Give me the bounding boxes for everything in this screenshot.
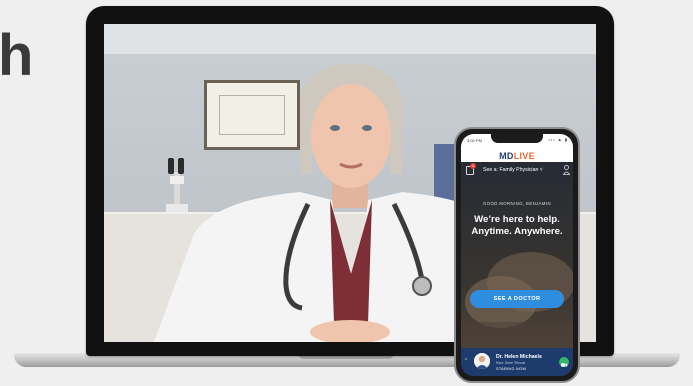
headline-fragment: h — [0, 23, 33, 88]
chevron-up-icon[interactable]: ^ — [465, 358, 467, 364]
family-photo — [461, 252, 573, 376]
user-icon[interactable] — [563, 165, 570, 175]
hero-title-line1: We’re here to help. — [474, 214, 560, 225]
app-header: MDLIVE — [461, 146, 573, 162]
greeting: GOOD MORNING, BENJAMIN — [482, 201, 551, 206]
hero-background — [461, 162, 573, 376]
phone-screen: 3:02 PM ••• ▲ ▮ MDLIVE 1 See a: Family P… — [461, 134, 573, 376]
logo-md: MD — [499, 151, 514, 161]
phone: 3:02 PM ••• ▲ ▮ MDLIVE 1 See a: Family P… — [454, 127, 580, 383]
hero-title-line2: Anytime. Anywhere. — [471, 226, 563, 237]
visit-reason: Rsn: Sore Throat — [496, 361, 525, 365]
visit-type-selector[interactable]: See a: Family Physician ˅ — [483, 167, 543, 173]
status-time: 3:02 PM — [467, 138, 482, 143]
mdlive-logo: MDLIVE — [499, 151, 535, 161]
visit-status: STARING NOW — [496, 367, 527, 371]
phone-notch — [491, 134, 543, 143]
video-call-icon[interactable] — [559, 357, 569, 367]
signal-battery-icon: ••• ▲ ▮ — [548, 137, 568, 142]
doctor-name: Dr. Helen Michaels — [496, 354, 542, 360]
notification-badge: 1 — [470, 163, 476, 169]
see-a-doctor-button[interactable]: SEE A DOCTOR — [470, 290, 564, 308]
doctor-avatar — [474, 353, 490, 369]
logo-live: LIVE — [513, 151, 535, 161]
upcoming-visit-card[interactable]: ^ Dr. Helen Michaels Rsn: Sore Throat ST… — [461, 348, 573, 376]
